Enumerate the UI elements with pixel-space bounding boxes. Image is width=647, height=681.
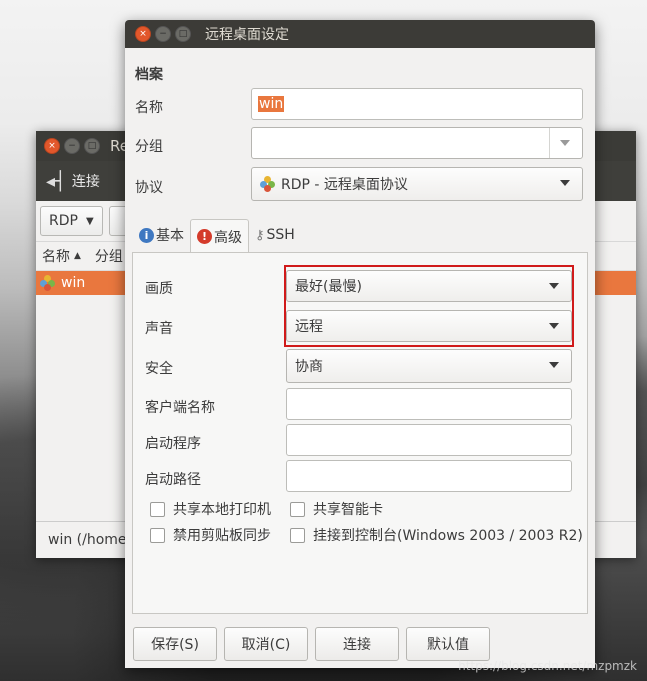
minimize-icon[interactable]: − (155, 26, 171, 42)
remote-desktop-settings-dialog: × − □ 远程桌面设定 档案 名称 win 分组 协议 RDP - 远程桌面协… (125, 20, 595, 668)
security-combo-value: 协商 (295, 359, 323, 375)
minimize-icon[interactable]: − (64, 138, 80, 154)
column-group-header[interactable]: 分组 (95, 246, 123, 266)
maximize-icon[interactable]: □ (84, 138, 100, 154)
disable-clipboard-checkbox[interactable]: 禁用剪贴板同步 (150, 525, 271, 545)
group-combo[interactable] (251, 127, 583, 159)
security-combo[interactable]: 协商 (286, 349, 572, 383)
warning-icon: ! (197, 229, 212, 244)
rdp-icon (40, 275, 56, 291)
list-item-label: win (61, 275, 86, 291)
protocol-filter-label: RDP (49, 213, 78, 229)
tab-ssh[interactable]: ⚷ SSH (249, 219, 301, 251)
tab-basic-label: 基本 (156, 228, 184, 244)
share-printer-label: 共享本地打印机 (173, 502, 271, 518)
checkbox-box[interactable] (150, 527, 165, 543)
share-printer-checkbox[interactable]: 共享本地打印机 (150, 499, 271, 519)
tab-advanced-label: 高级 (214, 229, 242, 246)
chevron-down-icon: ▼ (85, 215, 94, 227)
protocol-combo-value: RDP - 远程桌面协议 (281, 177, 408, 193)
close-icon[interactable]: × (44, 138, 60, 154)
protocol-combo[interactable]: RDP - 远程桌面协议 (251, 167, 583, 201)
checkbox-box[interactable] (290, 527, 305, 543)
client-name-field[interactable] (286, 388, 572, 420)
client-name-label: 客户端名称 (145, 400, 215, 416)
group-label: 分组 (135, 139, 163, 155)
cancel-button[interactable]: 取消(C) (224, 627, 308, 661)
profile-section-title: 档案 (135, 67, 163, 83)
tab-basic[interactable]: i 基本 (133, 219, 190, 251)
checkbox-box[interactable] (290, 501, 305, 517)
quality-label: 画质 (145, 281, 173, 297)
rdp-icon (260, 176, 276, 192)
connect-icon[interactable]: ◂┤ (46, 171, 66, 192)
toolbar-connect-label[interactable]: 连接 (72, 171, 100, 191)
dialog-titlebar: × − □ 远程桌面设定 (125, 20, 595, 48)
sound-label: 声音 (145, 321, 173, 337)
attach-console-label: 挂接到控制台(Windows 2003 / 2003 R2) (313, 528, 583, 544)
default-button[interactable]: 默认值 (406, 627, 490, 661)
column-name-header[interactable]: 名称 (42, 246, 70, 266)
security-label: 安全 (145, 361, 173, 377)
share-smartcard-checkbox[interactable]: 共享智能卡 (290, 499, 383, 519)
protocol-label: 协议 (135, 180, 163, 196)
highlight-box (284, 265, 574, 347)
sort-ascending-icon: ▲ (74, 251, 81, 261)
startup-program-label: 启动程序 (145, 436, 201, 452)
disable-clipboard-label: 禁用剪贴板同步 (173, 528, 271, 544)
startup-path-label: 启动路径 (145, 472, 201, 488)
name-field[interactable]: win (251, 88, 583, 120)
key-icon: ⚷ (255, 227, 265, 243)
checkbox-box[interactable] (150, 501, 165, 517)
connect-button[interactable]: 连接 (315, 627, 399, 661)
chevron-down-icon (560, 180, 570, 186)
startup-path-field[interactable] (286, 460, 572, 492)
maximize-icon[interactable]: □ (175, 26, 191, 42)
combo-separator (549, 128, 550, 158)
tab-ssh-label: SSH (266, 227, 295, 243)
share-smartcard-label: 共享智能卡 (313, 502, 383, 518)
settings-tabs: i 基本 ! 高级 ⚷ SSH (133, 219, 301, 253)
protocol-filter-button[interactable]: RDP ▼ (40, 206, 103, 236)
chevron-down-icon[interactable] (560, 140, 570, 146)
startup-program-field[interactable] (286, 424, 572, 456)
dialog-title: 远程桌面设定 (205, 27, 289, 43)
info-icon: i (139, 227, 154, 243)
close-icon[interactable]: × (135, 26, 151, 42)
attach-console-checkbox[interactable]: 挂接到控制台(Windows 2003 / 2003 R2) (290, 525, 583, 545)
tab-advanced[interactable]: ! 高级 (190, 219, 249, 253)
name-label: 名称 (135, 100, 163, 116)
watermark: https://blog.csdn.net/mzpmzk (458, 659, 637, 673)
name-field-value: win (258, 96, 285, 112)
save-button[interactable]: 保存(S) (133, 627, 217, 661)
chevron-down-icon (549, 362, 559, 368)
